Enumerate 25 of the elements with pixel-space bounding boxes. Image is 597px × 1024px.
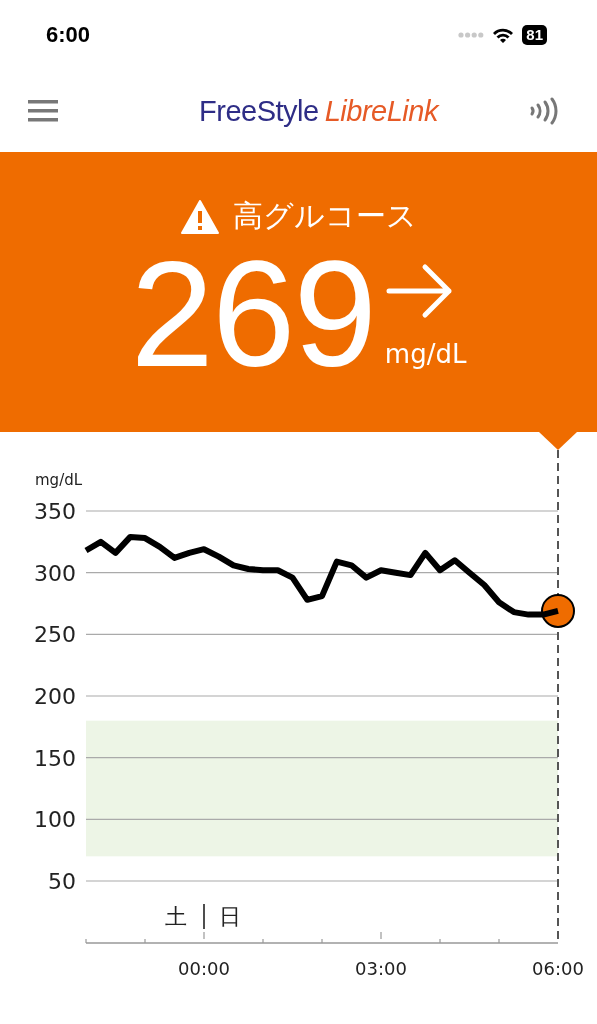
x-axis-label: 06:00 (532, 958, 584, 979)
glucose-value: 269 (130, 239, 375, 389)
x-axis-label: 03:00 (355, 958, 407, 979)
y-axis-label: 150 (34, 745, 76, 771)
y-axis-label: 300 (34, 560, 76, 586)
day-label: 日 (219, 904, 241, 929)
y-axis-label: 350 (34, 499, 76, 524)
battery-indicator: 81 (522, 25, 547, 45)
alert-text: 高グルコース (232, 197, 417, 235)
signal-icon (458, 32, 485, 38)
y-axis-label: 50 (48, 869, 76, 894)
warning-icon (180, 199, 219, 234)
menu-icon[interactable] (28, 100, 58, 122)
day-label: 土 (165, 904, 187, 929)
status-time: 6:00 (46, 22, 91, 48)
y-axis-label: 100 (34, 807, 76, 833)
unit-label: mg/dL (384, 339, 467, 369)
wifi-icon (492, 26, 515, 44)
axis-unit-label: mg/dL (35, 471, 83, 489)
x-axis-label: 00:00 (178, 958, 230, 979)
logo-text: FreeStyle (199, 94, 319, 128)
y-axis-label: 200 (34, 684, 76, 709)
logo-text: LibreLink (324, 94, 438, 128)
y-axis-label: 250 (34, 622, 76, 648)
nfc-scan-icon[interactable] (529, 97, 559, 125)
